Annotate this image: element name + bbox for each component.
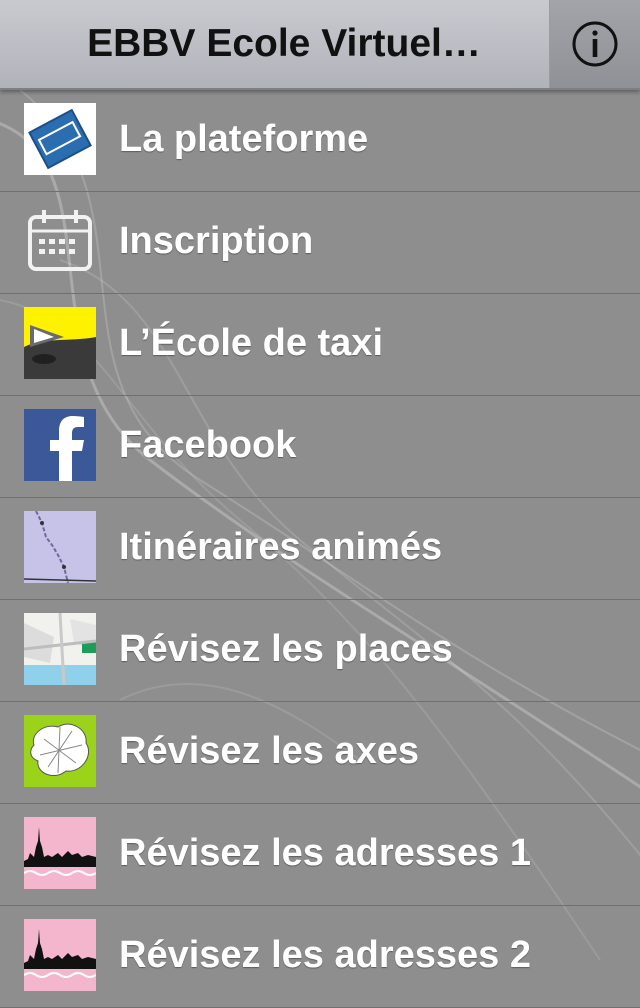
menu-item-itineraires-animes[interactable]: Itinéraires animés — [0, 498, 640, 600]
page-title: EBBV Ecole Virtuel… — [87, 22, 481, 65]
menu-item-label: Révisez les adresses 1 — [119, 832, 531, 874]
menu-item-revisez-les-adresses-2[interactable]: Révisez les adresses 2 — [0, 906, 640, 1008]
menu-item-label: Révisez les places — [119, 628, 453, 670]
info-icon — [572, 21, 618, 67]
calendar-icon — [24, 205, 96, 277]
header-bar: EBBV Ecole Virtuel… — [0, 0, 640, 90]
route-map-icon — [24, 511, 96, 583]
menu-item-label: Inscription — [119, 220, 314, 262]
menu-item-label: Facebook — [119, 424, 297, 466]
menu-item-label: Itinéraires animés — [119, 526, 443, 568]
menu-item-ecole-de-taxi[interactable]: L’École de taxi — [0, 294, 640, 396]
menu-item-facebook[interactable]: Facebook — [0, 396, 640, 498]
paris-skyline-icon — [24, 919, 96, 991]
facebook-icon — [24, 409, 96, 481]
taxis-sign-icon — [24, 103, 96, 175]
taxi-school-icon — [24, 307, 96, 379]
paris-skyline-icon — [24, 817, 96, 889]
places-map-icon — [24, 613, 96, 685]
info-button[interactable] — [549, 0, 640, 88]
menu-item-revisez-les-places[interactable]: Révisez les places — [0, 600, 640, 702]
menu-item-label: La plateforme — [119, 118, 369, 160]
menu-item-inscription[interactable]: Inscription — [0, 192, 640, 294]
menu-item-revisez-les-axes[interactable]: Révisez les axes — [0, 702, 640, 804]
menu-item-label: L’École de taxi — [119, 322, 383, 364]
menu-item-label: Révisez les adresses 2 — [119, 934, 531, 976]
menu-item-revisez-les-adresses-1[interactable]: Révisez les adresses 1 — [0, 804, 640, 906]
menu-item-label: Révisez les axes — [119, 730, 420, 772]
menu-list: La plateforme Inscription L’École de tax… — [0, 90, 640, 1008]
axes-map-icon — [24, 715, 96, 787]
menu-item-la-plateforme[interactable]: La plateforme — [0, 90, 640, 192]
